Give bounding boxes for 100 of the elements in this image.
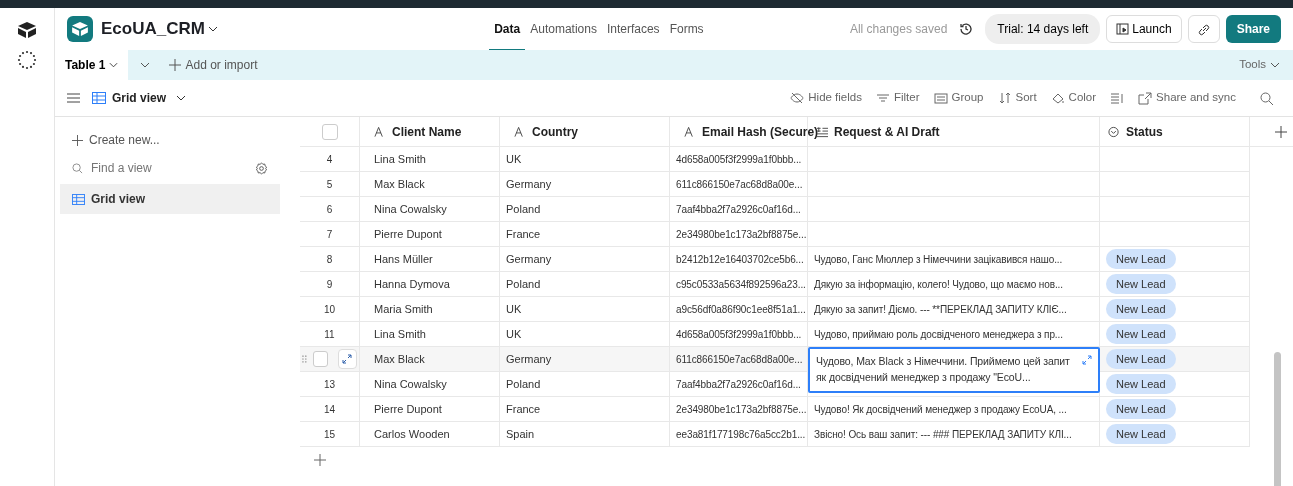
- tools-button[interactable]: Tools: [1232, 54, 1287, 76]
- select-all-checkbox[interactable]: [321, 123, 338, 140]
- table-cell-text: Nina Cowalsky: [374, 201, 447, 217]
- view-list-item[interactable]: Grid view: [60, 184, 280, 214]
- add-import-button[interactable]: Add or import: [162, 54, 265, 76]
- paint-bucket-icon: [1050, 91, 1065, 105]
- loading-icon: [17, 50, 37, 70]
- group-button[interactable]: Group: [926, 87, 991, 109]
- search-icon: [1260, 91, 1274, 105]
- add-field-icon[interactable]: [1275, 125, 1287, 138]
- status-tag: New Lead: [1106, 423, 1176, 445]
- copy-link-button[interactable]: [1187, 15, 1220, 43]
- table-tab[interactable]: Table 1: [55, 50, 129, 80]
- row-number: 9: [326, 277, 333, 292]
- table-cell-text: Max Black: [374, 351, 425, 367]
- group-icon: [933, 91, 948, 105]
- plus-icon: [169, 59, 182, 71]
- table-cell-text: Дякую за інформацію, колего! Чудово, що маємо нов...: [814, 277, 1063, 292]
- expand-row-button[interactable]: [337, 349, 357, 369]
- table-cell-text: 4d658a005f3f2999a1f0bbb...: [676, 327, 802, 342]
- plus-icon: [72, 134, 83, 146]
- nav-tab[interactable]: Forms: [664, 7, 709, 51]
- table-cell-text: 611c866150e7ac68d8a00e...: [676, 177, 803, 192]
- nav-tab[interactable]: Interfaces: [601, 7, 665, 51]
- table-cell-text: Pierre Dupont: [374, 226, 442, 242]
- row-number: 7: [326, 227, 333, 242]
- trial-badge[interactable]: Trial: 14 days left: [985, 14, 1101, 44]
- row-number: 4: [326, 152, 333, 167]
- status-tag: New Lead: [1106, 348, 1176, 370]
- row-number: 6: [326, 202, 333, 217]
- table-cell-text: 7aaf4bba2f7a2926c0af16d...: [676, 202, 801, 217]
- text-field-icon: [514, 125, 526, 138]
- row-number: 5: [326, 177, 333, 192]
- table-cell-text: UK: [506, 326, 522, 342]
- table-cell-text: 2e34980be1c173a2bf8875e...: [676, 227, 807, 242]
- column-header[interactable]: Country: [532, 122, 578, 141]
- color-button[interactable]: Color: [1043, 87, 1104, 109]
- column-header[interactable]: Status: [1126, 122, 1163, 141]
- column-header[interactable]: Client Name: [392, 122, 462, 141]
- nav-tab[interactable]: Automations: [525, 7, 602, 51]
- chevron-icon[interactable]: [207, 26, 218, 32]
- row-number: 13: [323, 377, 336, 392]
- eye-slash-icon: [790, 91, 805, 105]
- save-status: All changes saved: [849, 21, 948, 38]
- expanded-cell-editor[interactable]: Чудово, Max Black з Німеччини. Приймемо цей запит як досвідчений менеджер з продажу "EcoU...: [808, 347, 1100, 393]
- table-cell-text: Hanna Dymova: [374, 276, 450, 292]
- status-tag: New Lead: [1106, 323, 1176, 345]
- table-cell-text: Poland: [506, 276, 541, 292]
- menu-icon[interactable]: [67, 93, 80, 103]
- base-name[interactable]: EcoUA_CRM: [101, 16, 205, 42]
- table-cell-text: Чудово, Ганс Мюллер з Німеччини зацікавився нашо...: [814, 252, 1063, 267]
- create-new-button[interactable]: Create new...: [60, 125, 280, 155]
- expand-icon[interactable]: [1082, 355, 1092, 365]
- chevron-icon: [109, 62, 119, 68]
- row-number: 15: [323, 427, 336, 442]
- text-field-icon: [684, 125, 696, 138]
- drag-handle-icon[interactable]: [302, 354, 308, 364]
- launch-button[interactable]: Launch: [1106, 15, 1182, 43]
- settings-icon[interactable]: [255, 161, 268, 175]
- row-checkbox[interactable]: [312, 351, 328, 367]
- app-logo-icon[interactable]: [18, 22, 36, 38]
- find-view-field[interactable]: Find a view: [89, 158, 219, 178]
- history-icon[interactable]: [959, 22, 974, 36]
- table-cell-text: France: [506, 401, 541, 417]
- table-cell-text: Дякую за запит! Діємо. --- **ПЕРЕКЛАД ЗАПИТУ КЛІЄ...: [814, 302, 1067, 317]
- grid-icon: [92, 92, 106, 104]
- column-header[interactable]: Email Hash (Secure): [702, 122, 819, 141]
- table-cell-text: c95c0533a5634f892596a23...: [676, 277, 806, 292]
- share-sync-button[interactable]: Share and sync: [1131, 87, 1243, 109]
- table-cell-text: Germany: [506, 176, 552, 192]
- sort-button[interactable]: Sort: [990, 87, 1044, 109]
- status-tag: New Lead: [1106, 298, 1176, 320]
- table-cell-text: 7aaf4bba2f7a2926c0af16d...: [676, 377, 801, 392]
- external-link-icon: [1138, 91, 1153, 105]
- add-row-icon[interactable]: [314, 453, 326, 466]
- table-cell-text: b2412b12e16403702ce5b6...: [676, 252, 804, 267]
- table-cell-text: Carlos Wooden: [374, 426, 450, 442]
- table-cell-text: Lina Smith: [374, 326, 426, 342]
- chevron-icon: [176, 95, 187, 101]
- filter-icon: [875, 91, 890, 105]
- status-tag: New Lead: [1106, 373, 1176, 395]
- column-header[interactable]: Request & AI Draft: [834, 122, 940, 141]
- table-cell-text: Чудово! Як досвідчений менеджер з продажу EcoUA, ...: [814, 402, 1067, 417]
- view-switcher[interactable]: Grid view: [112, 89, 187, 107]
- row-number: 14: [323, 402, 336, 417]
- table-cell-text: 2e34980be1c173a2bf8875e...: [676, 402, 807, 417]
- chevron-icon[interactable]: [140, 62, 151, 68]
- long-text-icon: [816, 125, 828, 138]
- table-cell-text: Maria Smith: [374, 301, 433, 317]
- row-number: 8: [326, 252, 333, 267]
- base-logo-icon[interactable]: [67, 16, 93, 42]
- share-button[interactable]: Share: [1225, 15, 1281, 43]
- status-tag: New Lead: [1106, 398, 1176, 420]
- status-tag: New Lead: [1106, 248, 1176, 270]
- table-cell-text: UK: [506, 151, 522, 167]
- table-cell-text: 4d658a005f3f2999a1f0bbb...: [676, 152, 802, 167]
- hide-fields-button[interactable]: Hide fields: [783, 87, 869, 109]
- table-cell-text: Germany: [506, 251, 552, 267]
- table-cell-text: Poland: [506, 376, 541, 392]
- filter-button[interactable]: Filter: [868, 87, 927, 109]
